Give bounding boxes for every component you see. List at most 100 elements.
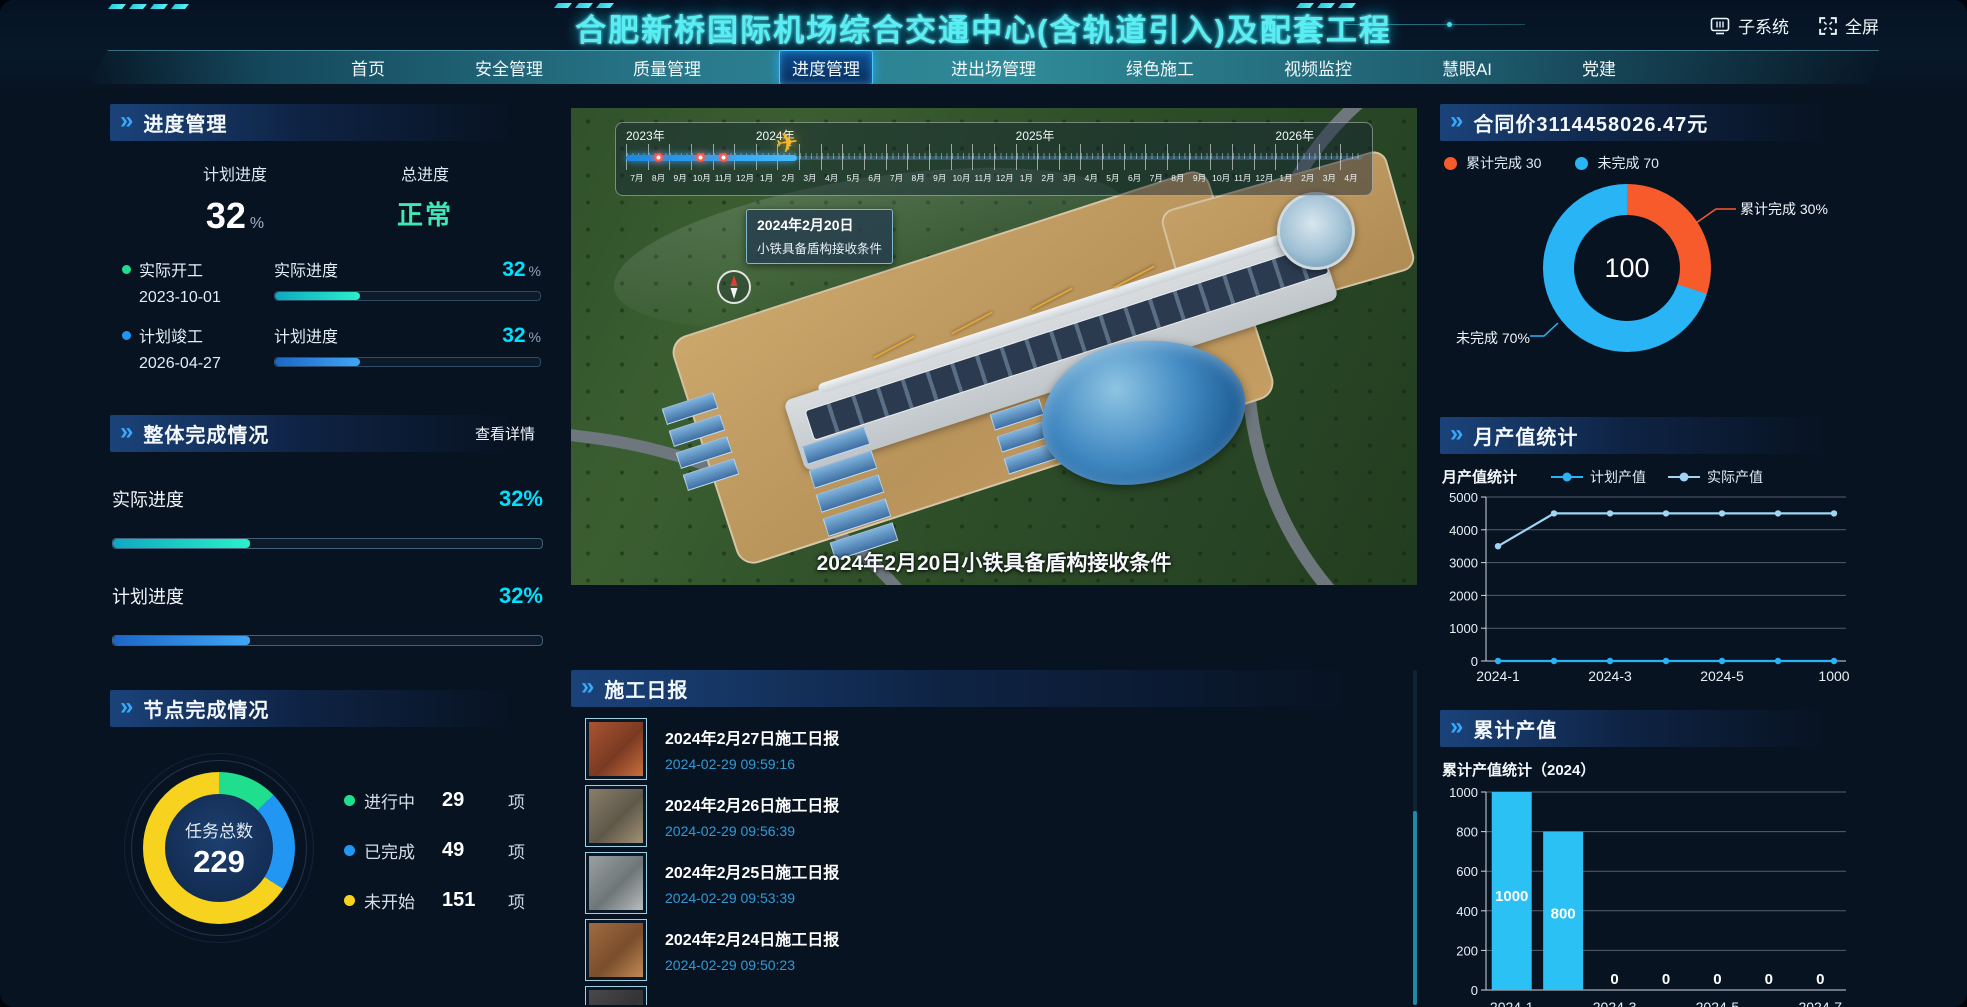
contract-legend-item: 累计完成 30 — [1444, 153, 1541, 173]
chevron-icon: » — [120, 420, 133, 444]
timeline-month-label: 8月 — [1167, 172, 1189, 188]
main-nav: 首页 安全管理 质量管理 进度管理 进出场管理 绿色施工 视频监控 慧眼AI 党建 — [88, 50, 1879, 84]
timeline-month-cell — [1080, 144, 1102, 170]
daily-report-scrollbar[interactable] — [1413, 670, 1417, 1005]
task-legend-value: 49 — [442, 839, 494, 862]
timeline-month-label: 8月 — [648, 172, 670, 188]
timeline-year-label: 2025年 — [1016, 127, 1055, 144]
daily-report-item-time: 2024-02-29 09:56:39 — [665, 823, 839, 839]
timeline-month-label: 10月 — [1210, 172, 1232, 188]
daily-report-thumbnail — [585, 718, 647, 780]
svg-text:2024-1: 2024-1 — [1476, 668, 1520, 684]
timeline-month-cell — [842, 144, 864, 170]
nav-item-党建[interactable]: 党建 — [1570, 51, 1628, 84]
daily-report-list: 2024年2月27日施工日报2024-02-29 09:59:162024年2月… — [571, 715, 1417, 1005]
timeline-month-label: 7月 — [886, 172, 908, 188]
timeline-month-label: 7月 — [626, 172, 648, 188]
left-column: » 进度管理 计划进度 32% 总进度 正常 实际开工 2023-10-01 — [110, 104, 545, 943]
planned-finish-row: 计划竣工 2026-04-27 计划进度 32% — [110, 309, 545, 375]
daily-report-item[interactable]: 2024年2月25日施工日报2024-02-29 09:53:39 — [571, 849, 1417, 916]
nav-item-首页[interactable]: 首页 — [339, 51, 397, 84]
actual-progress-value: 32 — [502, 258, 525, 282]
subsystem-button[interactable]: 子系统 — [1710, 13, 1789, 38]
timeline-month-label: 6月 — [864, 172, 886, 188]
svg-text:1000: 1000 — [1449, 785, 1478, 800]
compass-icon — [717, 270, 751, 304]
monthly-output-panel: » 月产值统计 月产值统计 计划产值实际产值 01000200030004000… — [1440, 417, 1858, 694]
blue-dot-icon — [122, 331, 131, 340]
daily-report-text: 2024年2月27日施工日报2024-02-29 09:59:16 — [665, 725, 839, 772]
overall-plan-label: 计划进度 — [112, 583, 184, 609]
overall-actual-row: 实际进度 32% — [110, 486, 545, 549]
svg-text:2000: 2000 — [1449, 588, 1478, 603]
svg-text:2024-7: 2024-7 — [1798, 999, 1842, 1007]
svg-text:0: 0 — [1816, 971, 1824, 988]
timeline-month-cell — [1297, 144, 1319, 170]
timeline-month-cell — [1232, 144, 1254, 170]
plan-progress-value: 32 — [206, 195, 246, 236]
progress-panel-header: » 进度管理 — [110, 104, 545, 141]
task-legend-label: 进行中 — [364, 788, 442, 813]
timeline-month-label: 2月 — [1037, 172, 1059, 188]
timeline-month-cell — [1059, 144, 1081, 170]
view-details-link[interactable]: 查看详情 — [475, 423, 535, 444]
daily-report-item[interactable]: 2024年2月27日施工日报2024-02-29 09:59:16 — [571, 715, 1417, 782]
legend-dot-icon — [344, 795, 355, 806]
nav-item-进出场管理[interactable]: 进出场管理 — [939, 51, 1048, 84]
nodes-panel-title: 节点完成情况 — [143, 694, 269, 723]
daily-report-item[interactable] — [571, 983, 1417, 1005]
timeline-year-label: 2023年 — [626, 127, 665, 144]
right-column: » 合同价3114458026.47元 累计完成 30未完成 70 100 累计… — [1440, 104, 1858, 1007]
actual-start-row: 实际开工 2023-10-01 实际进度 32% — [110, 243, 545, 309]
nav-item-绿色施工[interactable]: 绿色施工 — [1114, 51, 1206, 84]
svg-text:0: 0 — [1765, 971, 1773, 988]
plan-progress-stat: 计划进度 32% — [140, 161, 330, 237]
overall-panel: » 整体完成情况 查看详情 实际进度 32% 计划进度 32% — [110, 415, 545, 646]
nav-item-进度管理[interactable]: 进度管理 — [779, 50, 873, 85]
nav-item-慧眼AI[interactable]: 慧眼AI — [1430, 51, 1504, 84]
daily-report-item-title: 2024年2月27日施工日报 — [665, 725, 839, 749]
chevron-icon: » — [581, 675, 594, 699]
daily-report-item[interactable]: 2024年2月26日施工日报2024-02-29 09:56:39 — [571, 782, 1417, 849]
timeline-month-cell — [821, 144, 843, 170]
timeline-month-cell — [1124, 144, 1146, 170]
scene-caption: 2024年2月20日小铁具备盾构接收条件 — [571, 547, 1417, 577]
donut-label-incomplete: 未完成 70% — [1456, 328, 1530, 348]
callout-date: 2024年2月20日 — [757, 215, 882, 235]
daily-report-item-time: 2024-02-29 09:53:39 — [665, 890, 839, 906]
timeline-month-cell — [1167, 144, 1189, 170]
legend-label: 计划产值 — [1590, 467, 1646, 487]
actual-progress-bar — [274, 291, 541, 301]
svg-text:2024-3: 2024-3 — [1593, 999, 1637, 1007]
plan-progress-unit: % — [250, 215, 264, 232]
cumulative-output-panel: » 累计产值 累计产值统计（2024） 02004006008001000100… — [1440, 710, 1858, 1007]
cumulative-chart-title: 累计产值统计（2024） — [1442, 759, 1595, 780]
plan-progress-bar-unit: % — [529, 329, 541, 345]
timeline-year-label: 2026年 — [1275, 127, 1314, 144]
task-total-label: 任务总数 — [185, 817, 253, 842]
nav-item-视频监控[interactable]: 视频监控 — [1272, 51, 1364, 84]
timeline-month-cell — [994, 144, 1016, 170]
nav-item-安全管理[interactable]: 安全管理 — [463, 51, 555, 84]
fullscreen-button[interactable]: 全屏 — [1819, 13, 1879, 38]
cumulative-output-chart: 020040060080010001000800000002024-12024-… — [1440, 780, 1858, 1007]
monthly-chart-legend: 计划产值实际产值 — [1551, 467, 1763, 487]
milestone-callout: 2024年2月20日 小铁具备盾构接收条件 — [746, 209, 893, 264]
plan-progress-bar — [274, 357, 541, 367]
timeline-month-cell — [1254, 144, 1276, 170]
overall-plan-row: 计划进度 32% — [110, 583, 545, 646]
daily-report-item[interactable]: 2024年2月24日施工日报2024-02-29 09:50:23 — [571, 916, 1417, 983]
overall-panel-title: 整体完成情况 — [143, 419, 269, 448]
timeline-month-label: 6月 — [1124, 172, 1146, 188]
timeline-month-cell — [1319, 144, 1341, 170]
monthly-chart-title: 月产值统计 — [1442, 466, 1517, 487]
timeline-month-label: 8月 — [907, 172, 929, 188]
svg-text:2024-5: 2024-5 — [1696, 999, 1740, 1007]
svg-text:1000: 1000 — [1818, 668, 1849, 684]
task-legend-value: 151 — [442, 889, 494, 912]
task-legend-unit: 项 — [508, 888, 525, 913]
timeline-month-label: 1月 — [1275, 172, 1297, 188]
legend-dot-icon — [1575, 157, 1588, 170]
nav-item-质量管理[interactable]: 质量管理 — [621, 51, 713, 84]
timeline-month-cell — [929, 144, 951, 170]
